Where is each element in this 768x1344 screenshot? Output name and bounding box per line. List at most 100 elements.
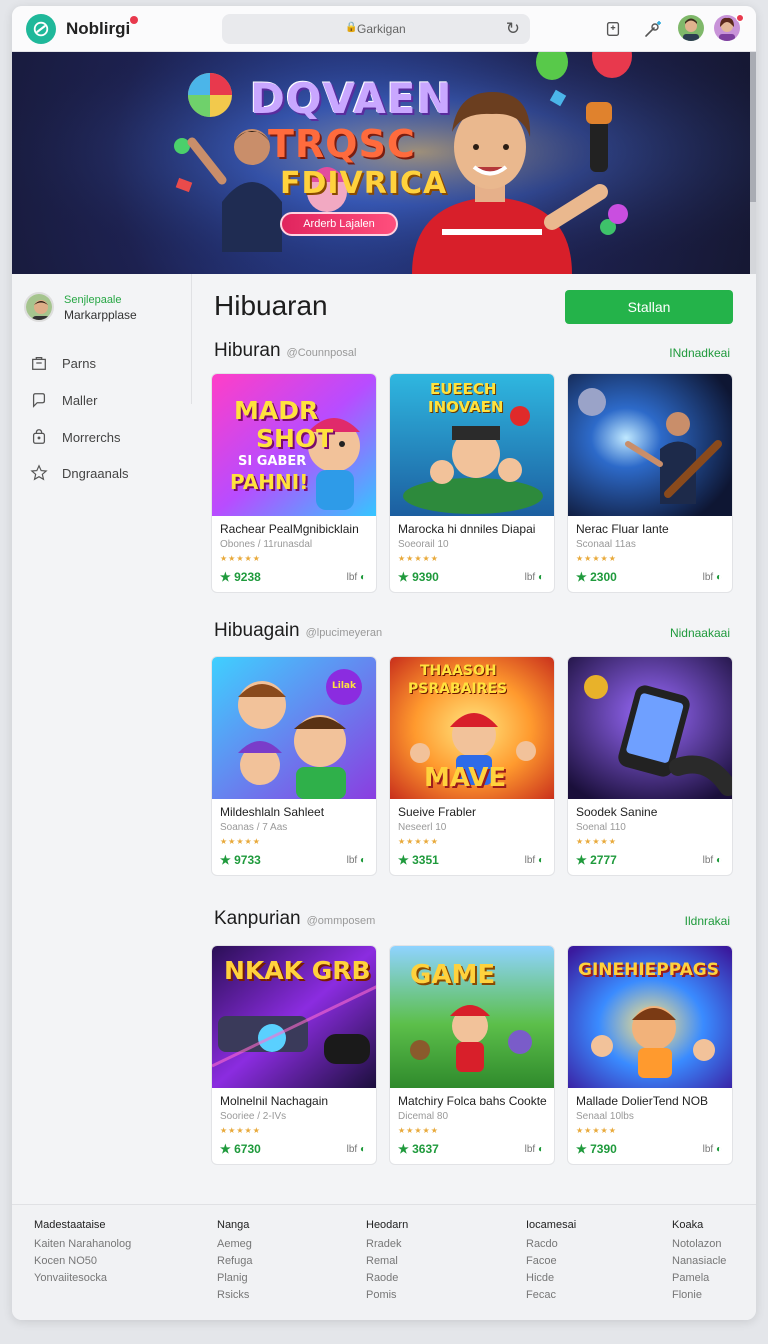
card-thumbnail: GINEHIEPPAGS xyxy=(568,946,732,1088)
game-card[interactable]: NKAK GRB Molnelnil Nachagain Sooriee / 2… xyxy=(211,945,377,1165)
price-value: 2777 xyxy=(590,853,617,867)
footer-link[interactable]: Aemeg xyxy=(217,1238,252,1250)
card-action-icon[interactable]: ◐ xyxy=(538,855,544,866)
footer-link[interactable]: Flonie xyxy=(672,1289,726,1301)
price-star-icon: ★ xyxy=(220,853,235,867)
footer-link[interactable]: Refuga xyxy=(217,1255,252,1267)
notification-dot xyxy=(130,16,138,24)
logo-icon[interactable] xyxy=(26,14,56,44)
card-price: ★ 9733 xyxy=(220,853,261,867)
card-title: Marocka hi dnniles Diapai xyxy=(398,522,536,536)
card-thumbnail xyxy=(568,374,732,516)
footer-link[interactable]: Hicde xyxy=(526,1272,576,1284)
footer-link[interactable]: Kocen NO50 xyxy=(34,1255,131,1267)
card-subtitle: Senaal 10lbs xyxy=(576,1111,634,1122)
footer-link[interactable]: Planig xyxy=(217,1272,252,1284)
game-card[interactable]: Soodek Sanine Soenal 110 ★★★★★ ★ 2777 lb… xyxy=(567,656,733,876)
primary-button[interactable]: Stallan xyxy=(565,290,733,324)
card-subtitle: Sooriee / 2-IVs xyxy=(220,1111,287,1122)
footer-link[interactable]: Nanasiacle xyxy=(672,1255,726,1267)
card-subtitle: Soeorail 10 xyxy=(398,539,449,550)
section-tag: @ommposem xyxy=(306,915,376,927)
game-card[interactable]: GINEHIEPPAGS Mallade DolierTend NOB Sena… xyxy=(567,945,733,1165)
game-card[interactable]: EUEECH INOVAEN Marocka hi dnniles Diapai… xyxy=(389,373,555,593)
footer-heading: Madestaataise xyxy=(34,1219,106,1231)
card-thumbnail: NKAK GRB xyxy=(212,946,376,1088)
card-action-icon[interactable]: ◐ xyxy=(360,855,366,866)
section-link-3[interactable]: Ildnrakai xyxy=(685,914,730,928)
sidebar-item-maller[interactable]: Maller xyxy=(30,390,97,410)
footer-heading: Koaka xyxy=(672,1219,704,1231)
sidebar-item-parns[interactable]: Parns xyxy=(30,353,96,373)
hero-title-line3: FDIVRICA xyxy=(280,166,448,201)
footer-link[interactable]: Pamela xyxy=(672,1272,726,1284)
card-action-icon[interactable]: ◐ xyxy=(360,1144,366,1155)
sidebar-item-morrerchs[interactable]: Morrerchs xyxy=(30,427,121,447)
footer-link[interactable]: Racdo xyxy=(526,1238,576,1250)
footer-link[interactable]: Rradek xyxy=(366,1238,408,1250)
section-link-2[interactable]: Nidnaakaai xyxy=(670,626,730,640)
store-icon xyxy=(32,356,46,370)
card-title: Matchiry Folca bahs Cookte xyxy=(398,1094,547,1108)
game-card[interactable]: THAASOH PSRABAIRES MAVE Sueive Frabler N… xyxy=(389,656,555,876)
profile-avatar[interactable] xyxy=(24,292,54,322)
card-action-icon[interactable]: ◐ xyxy=(538,1144,544,1155)
bookmark-icon[interactable] xyxy=(602,18,624,40)
rating-stars: ★★★★★ xyxy=(398,837,439,846)
footer-link[interactable]: Kaiten Narahanolog xyxy=(34,1238,131,1250)
avatar-notification-dot xyxy=(736,14,744,22)
user-avatar[interactable] xyxy=(678,15,704,41)
game-card[interactable]: MADR SHOT SI GABER PAHNI! Rachear PealMg… xyxy=(211,373,377,593)
card-action-icon[interactable]: ◐ xyxy=(716,855,722,866)
game-card[interactable]: GAME Matchiry Folca bahs Cookte Dicemal … xyxy=(389,945,555,1165)
price-star-icon: ★ xyxy=(576,1142,591,1156)
card-art-text: MAVE xyxy=(424,763,507,793)
section-title-text: Kanpurian xyxy=(214,908,301,929)
hero-banner[interactable]: DQVAEN TRQSC FDIVRICA Arderb Lajalen xyxy=(12,52,750,274)
magic-plus-icon[interactable] xyxy=(642,18,664,40)
footer-link[interactable]: Rsicks xyxy=(217,1289,252,1301)
card-action-icon[interactable]: ◐ xyxy=(360,572,366,583)
sidebar-item-dngraanals[interactable]: Dngraanals xyxy=(30,463,129,483)
card-action-icon[interactable]: ◐ xyxy=(538,572,544,583)
footer-link[interactable]: Facoe xyxy=(526,1255,576,1267)
reload-icon[interactable]: ↻ xyxy=(506,19,520,39)
sidebar-item-label: Parns xyxy=(62,355,96,371)
price-star-icon: ★ xyxy=(576,570,591,584)
footer-link[interactable]: Fecac xyxy=(526,1289,576,1301)
card-subtitle: Dicemal 80 xyxy=(398,1111,449,1122)
browser-window: Noblirgi 🔒 Garkigan ↻ DQVAEN TRQSC FDIVR… xyxy=(12,6,756,1320)
hero-cta-button[interactable]: Arderb Lajalen xyxy=(280,212,398,236)
hero-title-line1: DQVAEN xyxy=(250,74,453,123)
card-action-icon[interactable]: ◐ xyxy=(716,1144,722,1155)
footer-column: Nanga Aemeg Refuga Planig Rsicks xyxy=(217,1219,252,1306)
footer-link[interactable]: Pomis xyxy=(366,1289,408,1301)
footer-link[interactable]: Remal xyxy=(366,1255,408,1267)
sidebar-item-label: Maller xyxy=(62,392,98,408)
game-card[interactable]: Lilak Mildeshlaln Sahleet Soanas / 7 Aas… xyxy=(211,656,377,876)
card-meta: lbf ◐ xyxy=(525,572,544,583)
section-title-text: Hibuagain xyxy=(214,620,300,641)
card-price: ★ 2777 xyxy=(576,853,617,867)
hero-scrollbar-thumb[interactable] xyxy=(750,52,756,202)
card-price: ★ 3351 xyxy=(398,853,439,867)
footer-link[interactable]: Notolazon xyxy=(672,1238,726,1250)
card-action-icon[interactable]: ◐ xyxy=(716,572,722,583)
footer-heading: Nanga xyxy=(217,1219,250,1231)
price-star-icon: ★ xyxy=(576,853,591,867)
brand-name[interactable]: Noblirgi xyxy=(66,19,130,39)
price-star-icon: ★ xyxy=(398,853,413,867)
card-art-text: PSRABAIRES xyxy=(408,681,508,697)
footer-link[interactable]: Raode xyxy=(366,1272,408,1284)
card-title: Molnelnil Nachagain xyxy=(220,1094,329,1108)
address-bar[interactable]: 🔒 Garkigan ↻ xyxy=(222,14,530,44)
section-link-1[interactable]: INdnadkeai xyxy=(669,346,730,360)
card-art-text: PAHNI! xyxy=(230,470,309,494)
card-meta: lbf ◐ xyxy=(703,1144,722,1155)
card-art-text: SI GABER xyxy=(238,454,307,469)
card-price: ★ 2300 xyxy=(576,570,617,584)
game-card[interactable]: Nerac Fluar Iante Sconaal 11as ★★★★★ ★ 2… xyxy=(567,373,733,593)
card-art-text: GAME xyxy=(410,960,496,990)
footer-link[interactable]: Yonvaiitesocka xyxy=(34,1272,131,1284)
sidebar-item-label: Morrerchs xyxy=(62,429,121,445)
